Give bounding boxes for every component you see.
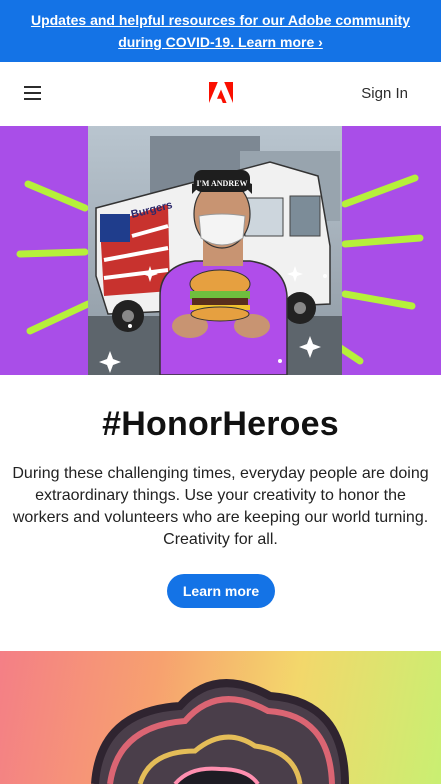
section-description: During these challenging times, everyday… — [12, 465, 429, 548]
adobe-logo-icon[interactable] — [209, 82, 233, 104]
covid-banner: Updates and helpful resources for our Ad… — [0, 0, 441, 62]
learn-more-button[interactable]: Learn more — [167, 574, 275, 608]
covid-banner-link[interactable]: Updates and helpful resources for our Ad… — [21, 9, 421, 53]
creative-cloud-promo — [0, 651, 441, 784]
creative-cloud-neon-icon — [91, 679, 349, 784]
burger-icon — [189, 269, 251, 322]
sign-in-link[interactable]: Sign In — [361, 85, 408, 102]
honor-heroes-section: #HonorHeroes During these challenging ti… — [0, 375, 441, 651]
section-title: #HonorHeroes — [102, 405, 339, 443]
hero-artwork: Burgers I'M ANDREW — [16, 126, 424, 375]
hero-illustration: Burgers I'M ANDREW — [0, 126, 441, 375]
hamburger-menu-icon[interactable] — [24, 86, 41, 101]
cap-text: I'M ANDREW — [197, 179, 248, 188]
site-header: Sign In — [0, 62, 441, 127]
